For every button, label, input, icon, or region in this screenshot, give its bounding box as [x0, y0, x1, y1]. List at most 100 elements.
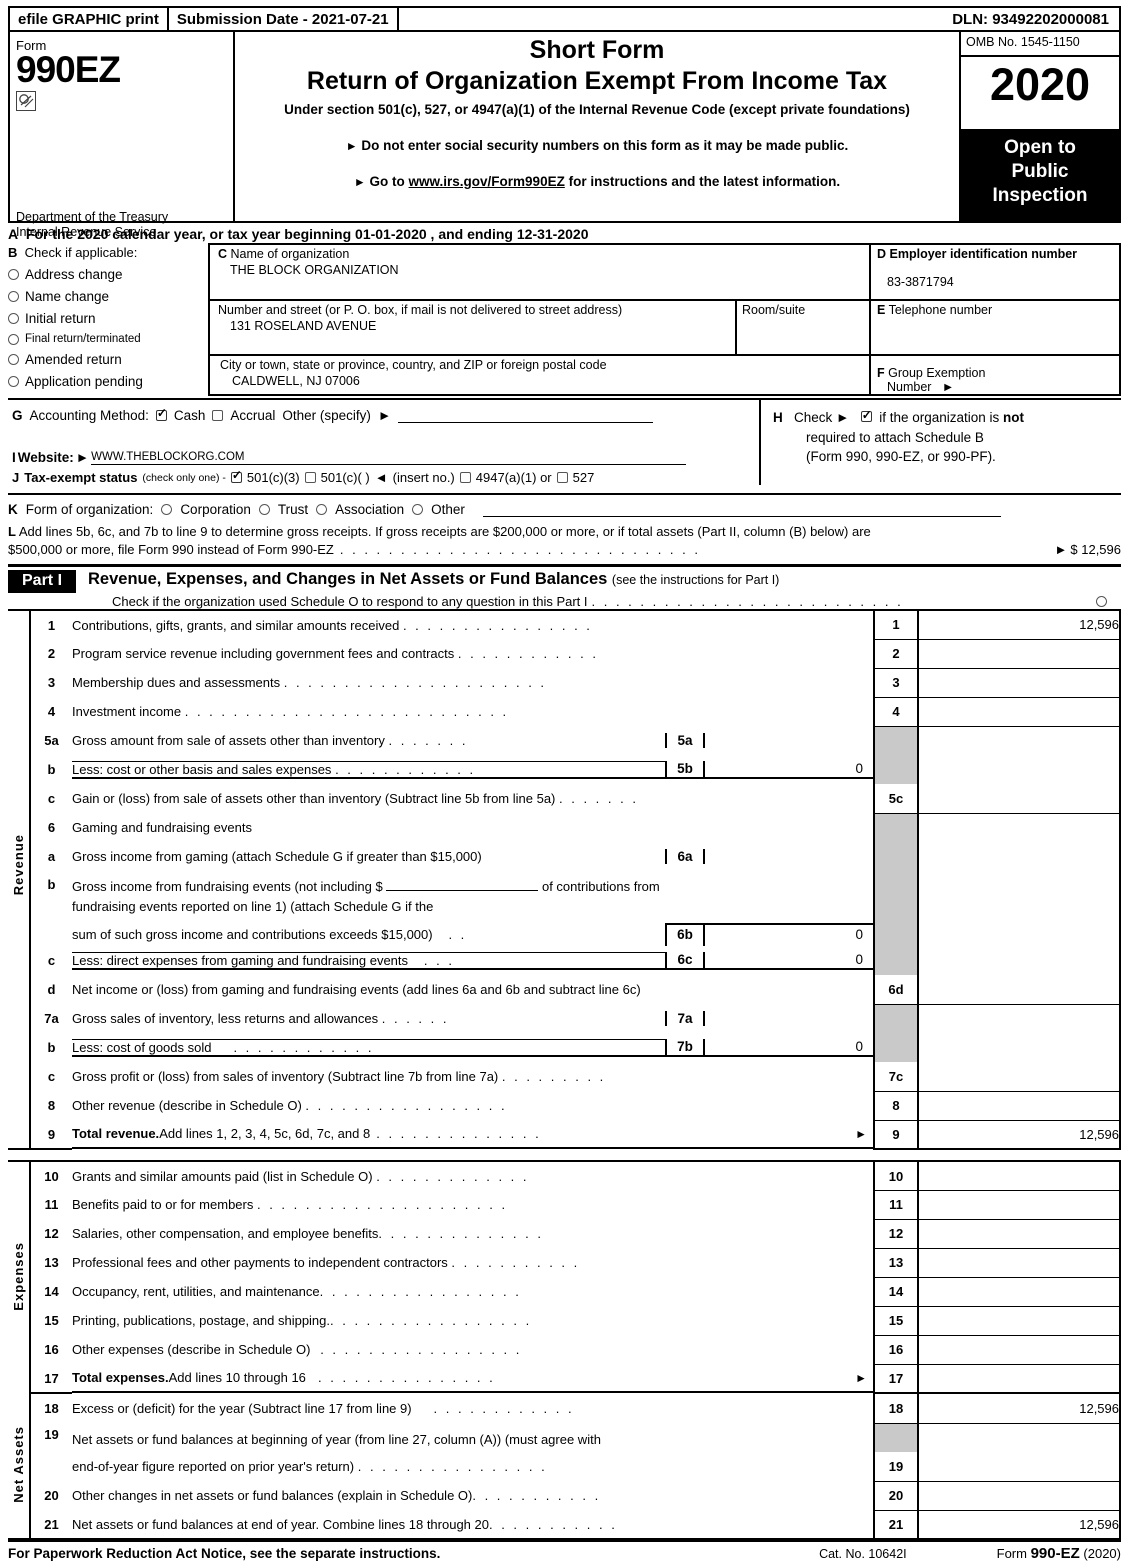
other-org-input[interactable]: [482, 503, 1001, 517]
trust-checkbox-icon[interactable]: [258, 504, 270, 515]
line-6-desc: Gaming and fundraising events: [72, 820, 252, 836]
checkbox-label: Amended return: [25, 352, 122, 367]
line-f-label: Group Exemption: [888, 366, 986, 380]
status-501c-checkbox-icon[interactable]: [304, 472, 316, 483]
line-15-amount: [918, 1306, 1121, 1336]
status-4947-checkbox-icon[interactable]: [459, 472, 471, 483]
checkbox-icon[interactable]: [8, 313, 19, 324]
catalog-number: Cat. No. 10642I: [819, 1547, 907, 1562]
line-5c-code: 5c: [873, 784, 919, 814]
line-5b-desc: Less: cost or other basis and sales expe…: [72, 755, 874, 784]
line-6a-amount: [705, 849, 873, 864]
line-19-shade: [873, 1423, 919, 1453]
line-5a-number: 5a: [44, 733, 59, 749]
irs-link[interactable]: www.irs.gov/Form990EZ: [409, 174, 565, 189]
table-row: b Less: cost or other basis and sales ex…: [8, 755, 1121, 785]
checkbox-icon[interactable]: [8, 291, 19, 302]
line-15-desc: Printing, publications, postage, and shi…: [72, 1313, 532, 1329]
table-row: 7a Gross sales of inventory, less return…: [8, 1004, 1121, 1034]
open-to-public-inspection: Open to Public Inspection: [961, 131, 1119, 221]
line-18-number: 18: [44, 1401, 59, 1417]
line-16-amount: [918, 1335, 1121, 1365]
line-l-letter: L: [8, 524, 16, 539]
line-l-text1: Add lines 5b, 6c, and 7b to line 9 to de…: [18, 524, 871, 539]
line-j-tax-exempt-status: J Tax-exempt status (check only one) - 5…: [12, 468, 759, 485]
line-j-letter: J: [12, 470, 20, 485]
cash-checkbox-icon[interactable]: [155, 406, 167, 421]
line-13-code: 13: [873, 1248, 919, 1278]
street-value: 131 ROSELAND AVENUE: [230, 319, 377, 333]
line-20-number: 20: [44, 1488, 59, 1504]
checkbox-name-change[interactable]: Name change: [8, 289, 208, 304]
insert-no-label: (insert no.): [392, 470, 455, 485]
line-a-text: For the 2020 calendar year, or tax year …: [25, 226, 589, 242]
line-6a-desc: Gross income from gaming (attach Schedul…: [72, 842, 874, 871]
checkbox-application-pending[interactable]: Application pending: [8, 374, 208, 389]
line-13-desc: Professional fees and other payments to …: [72, 1255, 580, 1271]
line-h-schedule-b: H Check ► if the organization is not req…: [761, 400, 1121, 485]
table-row: 14 Occupancy, rent, utilities, and maint…: [8, 1277, 1121, 1307]
checkbox-icon[interactable]: [8, 333, 19, 345]
schedule-b-checkbox-icon[interactable]: [860, 407, 872, 424]
line-10-number: 10: [44, 1168, 59, 1184]
association-checkbox-icon[interactable]: [316, 504, 328, 515]
corporation-checkbox-icon[interactable]: [161, 504, 173, 515]
line-7b-amount: 0: [855, 1038, 863, 1054]
masthead-right: OMB No. 1545-1150 2020 Open to Public In…: [959, 32, 1119, 221]
line-6b-shade: [873, 871, 919, 947]
line-5c-desc: Gain or (loss) from sale of assets other…: [72, 791, 639, 807]
checkbox-icon[interactable]: [8, 269, 19, 280]
line-b-header: Check if applicable:: [24, 245, 138, 260]
checkbox-icon[interactable]: [8, 376, 19, 387]
triangle-arrow-icon-h: ►: [836, 410, 850, 425]
revenue-section: Revenue 1 Contributions, gifts, grants, …: [8, 609, 1121, 1151]
cash-label: Cash: [173, 408, 206, 423]
checkbox-icon[interactable]: [8, 354, 19, 365]
table-row: 21 Net assets or fund balances at end of…: [8, 1510, 1121, 1541]
table-row: 13 Professional fees and other payments …: [8, 1248, 1121, 1278]
status-501c3-checkbox-icon[interactable]: [230, 468, 242, 483]
form-footer-label: Form 990-EZ (2020): [996, 1545, 1121, 1562]
line-4-amount: [918, 697, 1121, 727]
line-l-gross-receipts: L Add lines 5b, 6c, and 7b to line 9 to …: [8, 523, 1121, 558]
table-row: 15 Printing, publications, postage, and …: [8, 1306, 1121, 1336]
status-527-label: 527: [572, 470, 595, 485]
org-street-cell: Number and street (or P. O. box, if mail…: [210, 301, 737, 354]
goto-suffix: for instructions and the latest informat…: [564, 173, 841, 189]
website-value[interactable]: WWW.THEBLOCKORG.COM: [91, 451, 687, 465]
checkbox-final-return[interactable]: Final return/terminated: [8, 333, 208, 345]
line-j-label: Tax-exempt status: [24, 470, 138, 485]
status-527-checkbox-icon[interactable]: [556, 472, 568, 483]
line-6-number: 6: [47, 820, 56, 836]
table-row: 17 Total expenses. Add lines 10 through …: [8, 1364, 1121, 1395]
org-street-row: Number and street (or P. O. box, if mail…: [210, 301, 869, 356]
checkbox-initial-return[interactable]: Initial return: [8, 311, 208, 326]
line-7c-desc: Gross profit or (loss) from sales of inv…: [72, 1069, 606, 1085]
accrual-checkbox-icon[interactable]: [212, 410, 224, 421]
line-7a-number: 7a: [44, 1011, 59, 1027]
org-info-left: C Name of organization THE BLOCK ORGANIZ…: [210, 245, 871, 394]
table-row: b Less: cost of goods sold . . . . . . .…: [8, 1033, 1121, 1063]
checkbox-amended-return[interactable]: Amended return: [8, 352, 208, 367]
line-13-number: 13: [44, 1255, 59, 1271]
line-6d-code: 6d: [873, 975, 919, 1005]
line-16-number: 16: [44, 1342, 59, 1358]
line-6b-blank-input[interactable]: [386, 878, 539, 892]
other-org-checkbox-icon[interactable]: [412, 504, 424, 515]
omb-number: OMB No. 1545-1150: [961, 32, 1119, 57]
telephone-cell: E Telephone number: [871, 301, 1119, 356]
part-i-title: Revenue, Expenses, and Changes in Net As…: [88, 570, 608, 589]
table-row: a Gross income from gaming (attach Sched…: [8, 842, 1121, 872]
line-11-number: 11: [44, 1197, 59, 1213]
table-row: 20 Other changes in net assets or fund b…: [8, 1481, 1121, 1511]
schedule-o-checkbox-icon[interactable]: [1096, 596, 1107, 608]
line-17-code: 17: [873, 1364, 919, 1395]
line-f-label2: Number: [887, 380, 932, 394]
expenses-side-label: Expenses: [8, 1161, 31, 1394]
line-5a-desc: Gross amount from sale of assets other t…: [72, 726, 874, 755]
triangle-arrow-icon: ►: [941, 380, 955, 394]
checkbox-address-change[interactable]: Address change: [8, 267, 208, 282]
form-number: 990EZ: [16, 49, 121, 90]
other-specify-input[interactable]: [398, 409, 654, 423]
line-1-desc: Contributions, gifts, grants, and simila…: [72, 617, 593, 633]
